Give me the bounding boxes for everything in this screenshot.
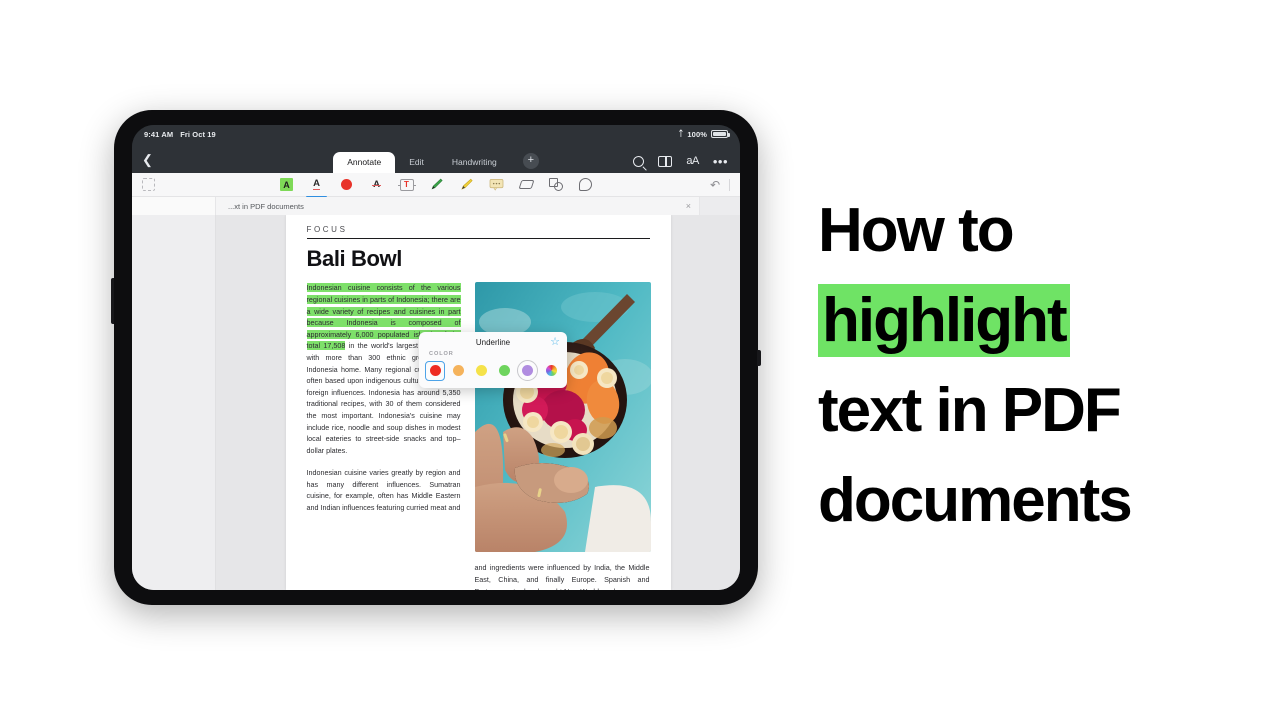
red-dot-icon [341,179,352,190]
swatch-purple[interactable] [517,360,538,381]
paragraph-3: and ingredients were influenced by India… [474,563,650,590]
pdf-page[interactable]: FOCUS Bali Bowl Indonesian cuisine consi… [285,215,671,590]
promo-line-2-highlighted: highlight [818,284,1070,357]
document-tab-title: ...xt in PDF documents [228,201,304,211]
highlight-tool[interactable]: A [279,177,294,192]
page-rule [306,238,650,240]
document-tab-strip: ...xt in PDF documents × [132,197,740,215]
tab-annotate[interactable]: Annotate [333,152,396,173]
promo-line-3: text in PDF [818,376,1122,445]
column-right: and ingredients were influenced by India… [474,282,651,590]
device-side-button [757,350,761,366]
color-swatches [419,360,567,381]
swatch-orange[interactable] [448,361,468,381]
thumbnail-sidebar[interactable] [132,215,216,590]
swatch-green[interactable] [494,361,514,381]
eraser-icon [518,180,535,189]
tablet-device: 9:41 AM Fri Oct 19 ᛏ 100% ❮ Annotate Edi… [111,110,761,605]
marker-tool[interactable] [459,177,474,192]
search-icon[interactable] [633,156,645,167]
paragraph-2: Indonesian cuisine varies greatly by reg… [306,468,461,513]
smoothie-bowl-photo [474,282,651,553]
add-tab-button[interactable]: + [522,153,539,169]
swatch-rainbow[interactable] [541,361,561,381]
marker-icon [461,178,473,190]
underline-tool[interactable]: A [306,177,327,198]
tab-edit[interactable]: Edit [395,152,438,173]
tablet-screen: 9:41 AM Fri Oct 19 ᛏ 100% ❮ Annotate Edi… [132,125,740,590]
book-icon[interactable] [658,156,673,167]
swatch-yellow[interactable] [471,361,491,381]
doctab-empty-area [700,197,740,215]
text-box-icon: T [397,178,416,191]
annotation-toolbar: A A A T ↷ [132,173,740,198]
page-columns: Indonesian cuisine consists of the vario… [306,282,651,590]
note-icon [489,179,504,191]
underline-a-icon: A [313,178,320,190]
promo-line-4: documents [818,466,1133,535]
close-icon[interactable]: × [686,201,691,211]
status-time: 9:41 AM [144,129,174,139]
pen-icon [431,178,443,190]
bluetooth-icon: ᛏ [678,129,684,138]
swatch-red[interactable] [425,360,445,381]
circle-shape-icon [554,182,563,191]
stamp-icon [579,178,592,191]
text-box-tool[interactable]: T [397,177,416,192]
column-left: Indonesian cuisine consists of the vario… [306,282,461,590]
swatch-rainbow-dot [545,365,557,376]
strikethrough-tool[interactable]: A [369,177,384,192]
app-nav-bar: ❮ Annotate Edit Handwriting + aA ••• [132,143,740,173]
page-scroll-area[interactable]: FOCUS Bali Bowl Indonesian cuisine consi… [216,215,740,590]
underline-style-popup[interactable]: Underline ☆ COLOR [419,332,567,388]
document-tab[interactable]: ...xt in PDF documents × [216,197,700,215]
star-icon[interactable]: ☆ [550,337,560,348]
status-date: Fri Oct 19 [180,129,216,139]
swatch-green-dot [498,365,510,376]
strikethrough-a-icon: A [372,179,381,190]
eraser-tool[interactable] [518,177,535,192]
popup-title: Underline [475,338,511,347]
highlight-a-icon: A [280,178,293,191]
workspace: FOCUS Bali Bowl Indonesian cuisine consi… [132,215,740,590]
more-icon[interactable]: ••• [713,155,728,168]
note-tool[interactable] [489,177,504,192]
page-kicker: FOCUS [306,225,348,234]
shapes-tool[interactable] [549,178,563,191]
screenshot-root: 9:41 AM Fri Oct 19 ᛏ 100% ❮ Annotate Edi… [0,0,1280,720]
swatch-orange-dot [452,365,464,376]
tab-handwriting[interactable]: Handwriting [438,152,511,173]
stamp-tool[interactable] [578,177,593,192]
battery-percent: 100% [687,129,707,139]
promo-line-1: How to [818,196,1015,265]
page-headline: Bali Bowl [306,246,403,272]
popup-color-label: COLOR [429,351,454,357]
undo-icon[interactable]: ↷ [710,178,720,192]
text-size-icon[interactable]: aA [686,156,699,167]
promo-line-2-wrap: highlight [818,276,1218,366]
color-dot-tool[interactable] [339,177,354,192]
swatch-red-dot [429,365,441,376]
battery-icon [711,130,730,138]
popup-header: Underline ☆ [419,337,567,351]
swatch-yellow-dot [475,365,487,376]
swatch-purple-dot [522,365,533,376]
promo-text: How to highlight text in PDF documents [818,186,1218,546]
chevron-left-icon[interactable]: ❮ [142,153,153,166]
doctab-sidebar-spacer [132,197,216,215]
pen-tool[interactable] [429,177,444,192]
grid-icon[interactable] [167,154,179,166]
status-bar: 9:41 AM Fri Oct 19 ᛏ 100% [132,125,740,143]
